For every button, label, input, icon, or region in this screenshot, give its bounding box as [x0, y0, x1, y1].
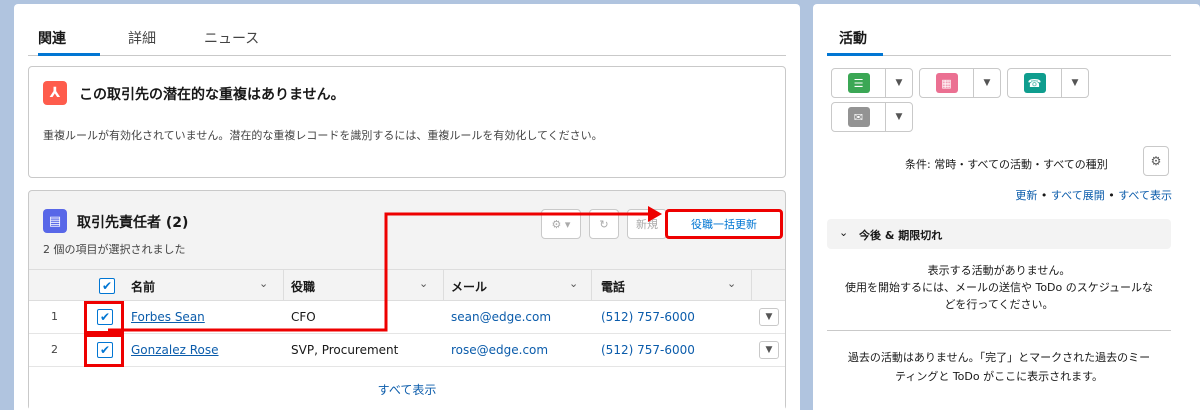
- empty-line: ティングと ToDo がここに表示されます。: [894, 370, 1103, 383]
- contacts-title: 取引先責任者 (2): [77, 215, 189, 231]
- upcoming-title: 今後 & 期限切れ: [859, 229, 943, 242]
- activity-panel: 活動 ☰ ▼ ▦ ▼ ☎ ▼ ✉ ▼ 条件: 常時・すべての活動・すべての種別 …: [813, 4, 1200, 410]
- show-all-link[interactable]: すべて表示: [29, 367, 785, 410]
- new-event-button[interactable]: ▦ ▼: [919, 68, 1001, 98]
- contact-email-link[interactable]: rose@edge.com: [451, 343, 548, 357]
- past-empty-message: 過去の活動はありません。「完了」とマークされた過去のミー ティングと ToDo …: [827, 348, 1171, 386]
- table-row: 2 ✔ Gonzalez Rose SVP, Procurement rose@…: [29, 334, 785, 367]
- selection-highlight: [84, 334, 124, 367]
- log-call-button[interactable]: ☎ ▼: [1007, 68, 1089, 98]
- chevron-down-icon[interactable]: ⌄: [259, 277, 268, 290]
- filter-settings-button[interactable]: ⚙: [1143, 146, 1169, 176]
- contact-email-link[interactable]: sean@edge.com: [451, 310, 551, 324]
- empty-line: どを行ってください。: [944, 298, 1054, 311]
- empty-line: 表示する活動がありません。: [927, 264, 1071, 277]
- merge-icon: ⅄: [43, 81, 67, 105]
- expand-all-link[interactable]: すべて展開: [1051, 189, 1105, 202]
- contacts-card: ▤ 取引先責任者 (2) 2 個の項目が選択されました ⚙ ▾ ↻ 新規 役職一…: [28, 190, 786, 410]
- gear-icon: ⚙ ▾: [551, 217, 571, 231]
- upcoming-section-header[interactable]: ⌄ 今後 & 期限切れ: [827, 219, 1171, 249]
- duplicates-card: ⅄ この取引先の潜在的な重複はありません。 重複ルールが有効化されていません。潜…: [28, 66, 786, 178]
- chevron-down-icon[interactable]: ▼: [886, 103, 912, 131]
- selected-count: 2 個の項目が選択されました: [43, 243, 186, 256]
- active-tab-indicator: [827, 53, 883, 56]
- task-icon: ☰: [847, 73, 870, 93]
- calendar-icon: ▦: [935, 73, 958, 93]
- refresh-link[interactable]: 更新: [1015, 189, 1037, 202]
- contact-name-link[interactable]: Gonzalez Rose: [131, 343, 219, 357]
- gear-icon: ⚙: [1150, 154, 1162, 168]
- table-row: 1 ✔ Forbes Sean CFO sean@edge.com (512) …: [29, 301, 785, 334]
- chevron-down-icon[interactable]: ▼: [1062, 69, 1088, 97]
- divider: [827, 330, 1171, 331]
- tab-related[interactable]: 関連: [38, 28, 66, 48]
- new-task-button[interactable]: ☰ ▼: [831, 68, 913, 98]
- column-email[interactable]: メール: [451, 278, 487, 295]
- refresh-button[interactable]: ↻: [589, 209, 619, 239]
- related-panel: 関連 詳細 ニュース ⅄ この取引先の潜在的な重複はありません。 重複ルールが有…: [14, 4, 800, 410]
- activity-tabs: 活動: [827, 18, 1171, 56]
- row-number: 2: [51, 343, 58, 356]
- chevron-down-icon: ▼: [765, 312, 773, 322]
- contact-name-link[interactable]: Forbes Sean: [131, 310, 205, 324]
- contacts-table: ✔ 名前 ⌄ 役職 ⌄ メール ⌄ 電話 ⌄ 1 ✔ Forbes Sean C…: [29, 269, 785, 410]
- upcoming-empty-message: 表示する活動がありません。 使用を開始するには、メールの送信や ToDo のスケ…: [827, 262, 1171, 313]
- active-tab-indicator: [38, 53, 100, 56]
- call-log-icon: ☎: [1023, 73, 1046, 93]
- column-phone[interactable]: 電話: [601, 278, 625, 295]
- show-all-activity-link[interactable]: すべて表示: [1118, 189, 1172, 202]
- contact-phone-link[interactable]: (512) 757-6000: [601, 310, 695, 324]
- empty-line: 過去の活動はありません。「完了」とマークされた過去のミー: [847, 351, 1151, 364]
- column-title[interactable]: 役職: [291, 278, 315, 295]
- contact-phone-link[interactable]: (512) 757-6000: [601, 343, 695, 357]
- activity-filter-text: 条件: 常時・すべての活動・すべての種別: [905, 158, 1108, 171]
- chevron-down-icon[interactable]: ⌄: [727, 277, 736, 290]
- check-icon: ✔: [101, 279, 113, 293]
- column-name[interactable]: 名前: [131, 278, 155, 295]
- new-button[interactable]: 新規: [627, 209, 667, 239]
- duplicates-title: この取引先の潜在的な重複はありません。: [79, 87, 345, 103]
- refresh-icon: ↻: [599, 217, 609, 231]
- mass-update-title-button[interactable]: 役職一括更新: [665, 209, 783, 239]
- chevron-down-icon[interactable]: ▼: [886, 69, 912, 97]
- email-icon: ✉: [847, 107, 870, 127]
- activity-links: 更新 • すべて展開 • すべて表示: [1015, 189, 1172, 202]
- row-actions-button[interactable]: ▼: [759, 308, 779, 326]
- chevron-down-icon[interactable]: ⌄: [419, 277, 428, 290]
- tab-details[interactable]: 詳細: [128, 28, 156, 48]
- table-header: ✔ 名前 ⌄ 役職 ⌄ メール ⌄ 電話 ⌄: [29, 269, 785, 302]
- tab-activity[interactable]: 活動: [839, 28, 867, 48]
- chevron-down-icon: ⌄: [839, 226, 849, 239]
- contact-title: CFO: [291, 310, 316, 324]
- contact-title: SVP, Procurement: [291, 343, 399, 357]
- row-number: 1: [51, 310, 58, 323]
- column-divider: [591, 270, 592, 302]
- column-divider: [443, 270, 444, 302]
- column-divider: [751, 270, 752, 302]
- row-actions-button[interactable]: ▼: [759, 341, 779, 359]
- settings-dropdown-button[interactable]: ⚙ ▾: [541, 209, 581, 239]
- selection-highlight: [84, 301, 124, 334]
- chevron-down-icon: ▼: [765, 345, 773, 355]
- select-all-checkbox[interactable]: ✔: [99, 278, 115, 294]
- chevron-down-icon[interactable]: ▼: [974, 69, 1000, 97]
- tab-news[interactable]: ニュース: [204, 28, 259, 48]
- chevron-down-icon[interactable]: ⌄: [569, 277, 578, 290]
- send-email-button[interactable]: ✉ ▼: [831, 102, 913, 132]
- record-tabs: 関連 詳細 ニュース: [28, 18, 786, 56]
- contact-card-icon: ▤: [43, 209, 67, 233]
- empty-line: 使用を開始するには、メールの送信や ToDo のスケジュールな: [844, 281, 1153, 294]
- column-divider: [283, 270, 284, 302]
- duplicates-body: 重複ルールが有効化されていません。潜在的な重複レコードを識別するには、重複ルール…: [43, 129, 603, 142]
